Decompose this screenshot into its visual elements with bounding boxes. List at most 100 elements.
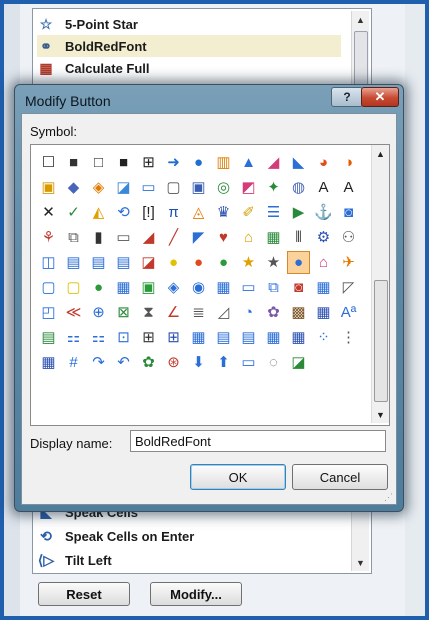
symbol-cell[interactable]: ↷ [87,351,110,374]
symbol-cell[interactable]: ● [162,251,185,274]
symbol-cell[interactable]: ▤ [37,326,60,349]
symbol-cell[interactable]: ◪ [137,251,160,274]
symbol-cell[interactable]: ⊞ [137,326,160,349]
symbol-cell[interactable]: ⊡ [112,326,135,349]
symbol-cell[interactable]: ▤ [87,251,110,274]
symbol-cell[interactable]: ⁘ [312,326,335,349]
symbol-cell[interactable]: ✐ [237,201,260,224]
symbol-cell[interactable]: ▭ [237,351,260,374]
symbol-cell[interactable]: ⊞ [137,151,160,174]
scroll-down-arrow-icon[interactable]: ▼ [372,406,389,423]
display-name-field[interactable] [130,430,386,452]
symbol-cell[interactable]: ◉ [187,276,210,299]
symbol-cell[interactable]: ⧉ [62,226,85,249]
symbol-cell[interactable]: ⦀ [287,226,310,249]
symbol-cell[interactable]: ✓ [62,201,85,224]
symbol-cell[interactable]: ♛ [212,201,235,224]
symbol-cell[interactable]: ■ [112,151,135,174]
symbol-cell[interactable]: [!] [137,201,160,224]
symbol-cell[interactable]: ▢ [37,276,60,299]
symbol-cell[interactable]: ⬆ [212,351,235,374]
symbol-cell[interactable]: ◪ [287,351,310,374]
symbol-cell[interactable]: ⧗ [137,301,160,324]
symbol-grid-box[interactable]: ☐ ■ □ ■ ⊞ ➜ ● ▥ ▲ ◢ ◣ ◕ ◑ ▣ ◆ ◈ ◪ ▭ ▢ ▣ ◎ ◩ ✦ ◍ A A ✕ ✓ ◭ ⟲ [!] π ◬ ♛ ✐ ☰ ▶ ⚓… [30,144,390,426]
symbol-cell[interactable]: ◙ [287,276,310,299]
symbol-cell[interactable]: ☰ [262,201,285,224]
symbol-cell[interactable]: ╱ [162,226,185,249]
symbol-cell[interactable]: ▦ [187,326,210,349]
symbol-cell[interactable]: ● [212,251,235,274]
symbol-cell[interactable]: ◫ [37,251,60,274]
symbol-cell[interactable]: ☐ [37,151,60,174]
symbol-cell[interactable]: ◢ [262,151,285,174]
symbol-cell[interactable]: ◭ [87,201,110,224]
symbol-cell[interactable]: ▦ [312,276,335,299]
cancel-button[interactable]: Cancel [292,464,388,490]
symbol-cell[interactable]: ⊞ [162,326,185,349]
symbol-cell[interactable]: ⋮ [337,326,360,349]
symbol-cell[interactable]: ◢ [137,226,160,249]
symbol-grid[interactable]: ☐ ■ □ ■ ⊞ ➜ ● ▥ ▲ ◢ ◣ ◕ ◑ ▣ ◆ ◈ ◪ ▭ ▢ ▣ ◎ ◩ ✦ ◍ A A ✕ ✓ ◭ ⟲ [!] π ◬ ♛ ✐ ☰ ▶ ⚓… [37,151,369,376]
symbol-cell[interactable]: A [312,176,335,199]
symbol-cell[interactable]: π [162,201,185,224]
symbol-cell[interactable]: ◪ [112,176,135,199]
symbol-cell[interactable]: ∠ [162,301,185,324]
symbol-cell[interactable]: ▶ [287,201,310,224]
symbol-cell[interactable]: ▣ [137,276,160,299]
list-item[interactable]: ⟲ Speak Cells on Enter [37,525,337,547]
modify-button[interactable]: Modify... [150,582,242,606]
symbol-cell[interactable]: ✿ [137,351,160,374]
symbol-cell[interactable]: ▩ [287,301,310,324]
symbol-cell[interactable]: ◣ [287,151,310,174]
symbol-cell[interactable]: ▢ [162,176,185,199]
symbol-cell[interactable]: ◈ [87,176,110,199]
list-item[interactable]: ⟨▷ Tilt Left [37,549,337,571]
symbol-cell[interactable]: ⚙ [312,226,335,249]
list-item-selected[interactable]: ⚭ BoldRedFont [37,35,341,57]
symbol-cell[interactable]: ✿ [262,301,285,324]
symbol-cell[interactable]: ⊛ [162,351,185,374]
symbol-cell[interactable]: ◬ [187,201,210,224]
symbol-cell[interactable]: ⬇ [187,351,210,374]
symbol-cell[interactable]: ◎ [212,176,235,199]
symbol-cell[interactable]: # [62,351,85,374]
symbol-cell[interactable]: ▤ [112,251,135,274]
symbol-cell-selected[interactable]: ● [287,251,310,274]
symbol-cell[interactable]: ▤ [212,326,235,349]
symbol-cell[interactable]: ▤ [237,326,260,349]
symbol-cell[interactable]: ≪ [62,301,85,324]
symbol-cell[interactable]: ⧉ [262,276,285,299]
symbol-cell[interactable]: ◸ [337,276,360,299]
symbol-cell[interactable]: ⌂ [312,251,335,274]
ok-button[interactable]: OK [190,464,286,490]
symbol-cell[interactable]: ✕ [37,201,60,224]
scroll-down-arrow-icon[interactable]: ▼ [352,554,369,571]
symbol-cell[interactable]: ✈ [337,251,360,274]
symbol-cell[interactable]: ≣ [187,301,210,324]
symbol-cell[interactable]: ◤ [187,226,210,249]
symbol-cell[interactable]: ▣ [187,176,210,199]
symbol-cell[interactable]: ⚏ [87,326,110,349]
symbol-cell[interactable]: ▭ [237,276,260,299]
symbol-cell[interactable]: ✦ [262,176,285,199]
symbol-cell[interactable]: ◍ [287,176,310,199]
symbol-cell[interactable]: ♥ [212,226,235,249]
symbol-cell[interactable]: Aª [337,301,360,324]
symbol-cell[interactable]: ▤ [62,251,85,274]
help-button[interactable]: ? [331,87,363,107]
scroll-thumb[interactable] [374,280,388,402]
symbol-cell[interactable]: ▦ [212,276,235,299]
symbol-cell[interactable]: ◙ [337,201,360,224]
scroll-up-arrow-icon[interactable]: ▲ [352,11,369,28]
symbol-cell[interactable]: A [337,176,360,199]
symbol-cell[interactable]: ★ [237,251,260,274]
symbol-cell[interactable]: ▦ [287,326,310,349]
symbol-cell[interactable]: ◔ [237,301,260,324]
symbol-cell[interactable]: ◆ [62,176,85,199]
reset-button[interactable]: Reset [38,582,130,606]
symbol-cell[interactable]: ◩ [237,176,260,199]
symbol-cell[interactable]: ⌂ [237,226,260,249]
symbol-cell[interactable]: □ [87,151,110,174]
symbol-cell[interactable]: ⚇ [337,226,360,249]
symbol-cell[interactable]: ▢ [62,276,85,299]
